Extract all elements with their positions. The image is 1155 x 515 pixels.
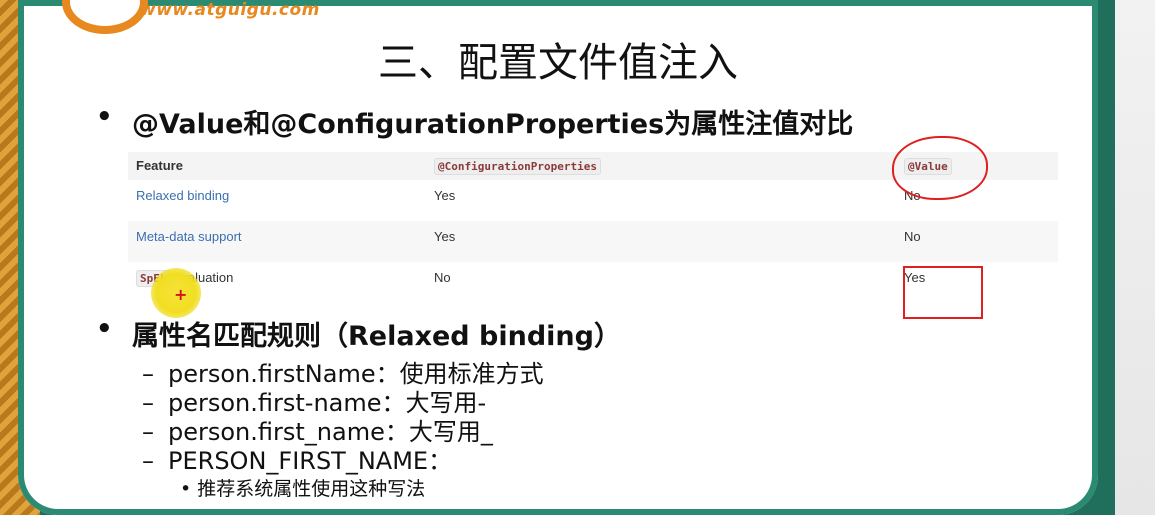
- table-row: Meta-data support Yes No: [128, 221, 1058, 262]
- logo-icon: [62, 0, 148, 34]
- bullet-dot-icon: •: [96, 102, 113, 132]
- feature-link[interactable]: Relaxed binding: [136, 188, 229, 203]
- cursor-crosshair-icon: +: [174, 285, 188, 304]
- sub-rule-item: • 推荐系统属性使用这种写法: [180, 478, 426, 500]
- header-feature: Feature: [136, 158, 183, 173]
- outside-area: [1115, 0, 1155, 515]
- bullet-dot-icon: •: [180, 478, 192, 500]
- header-configurationproperties: @ConfigurationProperties: [434, 158, 601, 175]
- slide: www.atguigu.com 三、配置文件值注入 • @Value和@Conf…: [18, 0, 1098, 515]
- feature-link[interactable]: Meta-data support: [136, 229, 242, 244]
- value-cell: No: [904, 229, 921, 244]
- slide-title: 三、配置文件值注入: [378, 40, 738, 86]
- rule-item: – PERSON_FIRST_NAME：: [142, 447, 453, 475]
- cp-cell: No: [434, 270, 451, 285]
- red-circle-annotation: [892, 136, 988, 200]
- cp-cell: Yes: [434, 188, 456, 203]
- cp-cell: Yes: [434, 229, 456, 244]
- bullet-text: @Value和@ConfigurationProperties为属性注值对比: [132, 109, 854, 140]
- red-rectangle-annotation: [903, 266, 983, 319]
- bullet-text: 属性名匹配规则（Relaxed binding）: [132, 321, 621, 352]
- bullet-dot-icon: •: [96, 314, 113, 344]
- dash-icon: –: [142, 447, 154, 475]
- logo-site-text: www.atguigu.com: [140, 0, 320, 20]
